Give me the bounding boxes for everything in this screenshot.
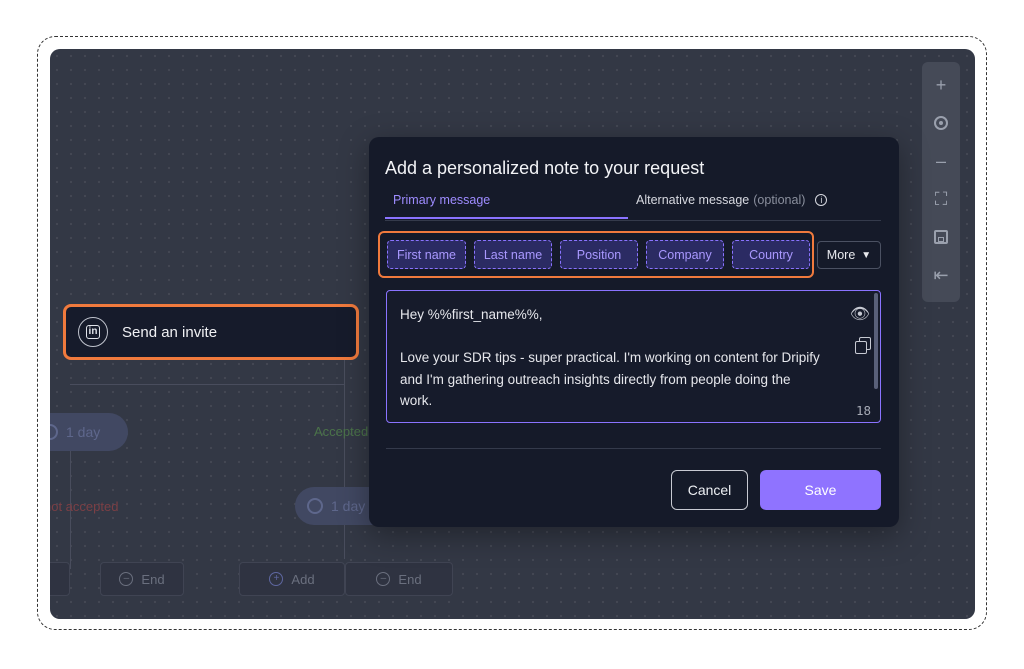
more-dropdown[interactable]: More ▼: [817, 241, 881, 269]
fit-screen-icon[interactable]: ⛶: [926, 184, 956, 214]
message-tabs: Primary message Alternative message (opt…: [385, 192, 881, 221]
copy-icon[interactable]: [855, 337, 871, 354]
preview-eye-icon[interactable]: 👁: [850, 304, 870, 324]
variable-chips: First name Last name Position Company Co…: [378, 231, 814, 278]
modal-divider: [386, 448, 881, 449]
personalized-note-modal: Add a personalized note to your request …: [369, 137, 899, 527]
textarea-scrollbar[interactable]: [874, 293, 878, 389]
modal-title: Add a personalized note to your request: [385, 158, 705, 178]
chip-position[interactable]: Position: [560, 240, 638, 269]
message-textarea[interactable]: Hey %%first_name%%, Love your SDR tips -…: [386, 290, 881, 423]
optional-suffix: (optional): [753, 193, 806, 207]
message-text[interactable]: Hey %%first_name%%, Love your SDR tips -…: [400, 304, 820, 412]
cancel-button[interactable]: Cancel: [671, 470, 748, 510]
chip-company[interactable]: Company: [646, 240, 724, 269]
chip-country[interactable]: Country: [732, 240, 810, 269]
plus-icon[interactable]: +: [926, 70, 956, 100]
target-icon[interactable]: [926, 108, 956, 138]
save-icon[interactable]: [926, 222, 956, 252]
more-label: More: [826, 248, 856, 262]
send-invite-label: Send an invite: [122, 323, 218, 341]
char-count: 18: [855, 403, 871, 418]
info-icon[interactable]: i: [815, 194, 828, 206]
tab-alternative-label: Alternative message: [636, 193, 750, 207]
exit-icon[interactable]: ⇤: [926, 260, 956, 290]
chip-last-name[interactable]: Last name: [474, 240, 552, 269]
chevron-down-icon: ▼: [861, 249, 872, 261]
tab-alternative-message[interactable]: Alternative message (optional) i: [636, 192, 828, 208]
minus-icon[interactable]: –: [926, 146, 956, 176]
chip-first-name[interactable]: First name: [387, 240, 466, 269]
tab-primary-message[interactable]: Primary message: [385, 192, 628, 219]
send-invite-node[interactable]: in Send an invite: [63, 304, 359, 360]
save-button[interactable]: Save: [760, 470, 881, 510]
linkedin-icon: in: [78, 317, 108, 347]
canvas-toolbar: + – ⛶ ⇤: [922, 62, 960, 302]
